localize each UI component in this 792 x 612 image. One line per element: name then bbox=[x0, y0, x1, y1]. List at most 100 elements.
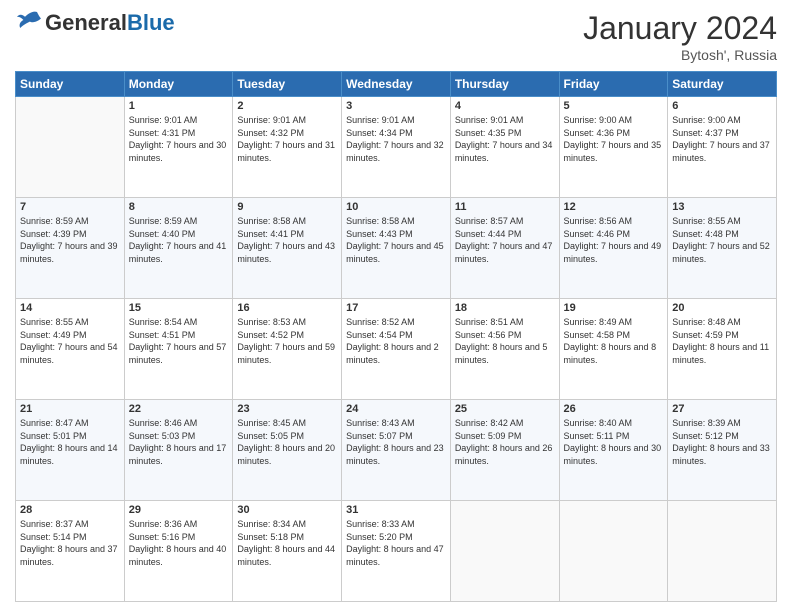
day-number: 1 bbox=[129, 100, 229, 112]
day-cell bbox=[16, 97, 125, 198]
week-row-2: 7 Sunrise: 8:59 AMSunset: 4:39 PMDaylight… bbox=[16, 198, 777, 299]
day-number: 19 bbox=[564, 302, 664, 314]
day-cell: 7 Sunrise: 8:59 AMSunset: 4:39 PMDaylight… bbox=[16, 198, 125, 299]
header: GeneralBlue January 2024 Bytosh', Russia bbox=[15, 10, 777, 63]
day-info: Sunrise: 8:59 AMSunset: 4:39 PMDaylight:… bbox=[20, 215, 120, 265]
day-info: Sunrise: 8:58 AMSunset: 4:43 PMDaylight:… bbox=[346, 215, 446, 265]
day-info: Sunrise: 9:00 AMSunset: 4:37 PMDaylight:… bbox=[672, 114, 772, 164]
day-info: Sunrise: 8:59 AMSunset: 4:40 PMDaylight:… bbox=[129, 215, 229, 265]
day-number: 14 bbox=[20, 302, 120, 314]
day-cell: 6 Sunrise: 9:00 AMSunset: 4:37 PMDaylight… bbox=[668, 97, 777, 198]
weekday-header-tuesday: Tuesday bbox=[233, 72, 342, 97]
day-cell: 17 Sunrise: 8:52 AMSunset: 4:54 PMDayligh… bbox=[342, 299, 451, 400]
day-cell: 31 Sunrise: 8:33 AMSunset: 5:20 PMDayligh… bbox=[342, 501, 451, 602]
day-cell: 25 Sunrise: 8:42 AMSunset: 5:09 PMDayligh… bbox=[450, 400, 559, 501]
day-cell: 26 Sunrise: 8:40 AMSunset: 5:11 PMDayligh… bbox=[559, 400, 668, 501]
week-row-5: 28 Sunrise: 8:37 AMSunset: 5:14 PMDayligh… bbox=[16, 501, 777, 602]
weekday-header-sunday: Sunday bbox=[16, 72, 125, 97]
day-cell: 21 Sunrise: 8:47 AMSunset: 5:01 PMDayligh… bbox=[16, 400, 125, 501]
day-cell: 30 Sunrise: 8:34 AMSunset: 5:18 PMDayligh… bbox=[233, 501, 342, 602]
day-info: Sunrise: 8:37 AMSunset: 5:14 PMDaylight:… bbox=[20, 518, 120, 568]
day-number: 17 bbox=[346, 302, 446, 314]
day-cell: 13 Sunrise: 8:55 AMSunset: 4:48 PMDayligh… bbox=[668, 198, 777, 299]
day-cell: 12 Sunrise: 8:56 AMSunset: 4:46 PMDayligh… bbox=[559, 198, 668, 299]
day-cell: 16Sunrise: 8:53 AMSunset: 4:52 PMDayligh… bbox=[233, 299, 342, 400]
day-info: Sunrise: 8:47 AMSunset: 5:01 PMDaylight:… bbox=[20, 417, 120, 467]
day-cell: 22Sunrise: 8:46 AMSunset: 5:03 PMDayligh… bbox=[124, 400, 233, 501]
weekday-header-friday: Friday bbox=[559, 72, 668, 97]
day-info: Sunrise: 8:42 AMSunset: 5:09 PMDaylight:… bbox=[455, 417, 555, 467]
logo: GeneralBlue bbox=[15, 10, 175, 35]
week-row-3: 14Sunrise: 8:55 AMSunset: 4:49 PMDayligh… bbox=[16, 299, 777, 400]
day-cell: 19 Sunrise: 8:49 AMSunset: 4:58 PMDayligh… bbox=[559, 299, 668, 400]
day-cell: 11Sunrise: 8:57 AMSunset: 4:44 PMDayligh… bbox=[450, 198, 559, 299]
day-number: 29 bbox=[129, 504, 229, 516]
day-cell: 3Sunrise: 9:01 AMSunset: 4:34 PMDaylight… bbox=[342, 97, 451, 198]
day-info: Sunrise: 8:55 AMSunset: 4:48 PMDaylight:… bbox=[672, 215, 772, 265]
day-info: Sunrise: 8:36 AMSunset: 5:16 PMDaylight:… bbox=[129, 518, 229, 568]
day-number: 8 bbox=[129, 201, 229, 213]
weekday-header-wednesday: Wednesday bbox=[342, 72, 451, 97]
day-info: Sunrise: 8:40 AMSunset: 5:11 PMDaylight:… bbox=[564, 417, 664, 467]
day-info: Sunrise: 8:56 AMSunset: 4:46 PMDaylight:… bbox=[564, 215, 664, 265]
day-cell: 18 Sunrise: 8:51 AMSunset: 4:56 PMDayligh… bbox=[450, 299, 559, 400]
day-number: 25 bbox=[455, 403, 555, 415]
location: Bytosh', Russia bbox=[583, 47, 777, 63]
day-cell: 1 Sunrise: 9:01 AMSunset: 4:31 PMDaylight… bbox=[124, 97, 233, 198]
day-number: 31 bbox=[346, 504, 446, 516]
day-cell: 4Sunrise: 9:01 AMSunset: 4:35 PMDaylight… bbox=[450, 97, 559, 198]
day-info: Sunrise: 8:34 AMSunset: 5:18 PMDaylight:… bbox=[237, 518, 337, 568]
day-cell: 8 Sunrise: 8:59 AMSunset: 4:40 PMDaylight… bbox=[124, 198, 233, 299]
day-cell: 15Sunrise: 8:54 AMSunset: 4:51 PMDayligh… bbox=[124, 299, 233, 400]
day-number: 30 bbox=[237, 504, 337, 516]
day-info: Sunrise: 8:51 AMSunset: 4:56 PMDaylight:… bbox=[455, 316, 555, 366]
logo-general-text: General bbox=[45, 10, 127, 35]
day-number: 5 bbox=[564, 100, 664, 112]
weekday-header-row: SundayMondayTuesdayWednesdayThursdayFrid… bbox=[16, 72, 777, 97]
day-info: Sunrise: 8:52 AMSunset: 4:54 PMDaylight:… bbox=[346, 316, 446, 366]
calendar-table: SundayMondayTuesdayWednesdayThursdayFrid… bbox=[15, 71, 777, 602]
day-info: Sunrise: 8:33 AMSunset: 5:20 PMDaylight:… bbox=[346, 518, 446, 568]
day-cell: 9Sunrise: 8:58 AMSunset: 4:41 PMDaylight… bbox=[233, 198, 342, 299]
day-cell: 14Sunrise: 8:55 AMSunset: 4:49 PMDayligh… bbox=[16, 299, 125, 400]
day-number: 26 bbox=[564, 403, 664, 415]
day-number: 16 bbox=[237, 302, 337, 314]
day-cell: 20Sunrise: 8:48 AMSunset: 4:59 PMDayligh… bbox=[668, 299, 777, 400]
day-cell: 2 Sunrise: 9:01 AMSunset: 4:32 PMDaylight… bbox=[233, 97, 342, 198]
day-number: 18 bbox=[455, 302, 555, 314]
week-row-1: 1 Sunrise: 9:01 AMSunset: 4:31 PMDaylight… bbox=[16, 97, 777, 198]
day-number: 7 bbox=[20, 201, 120, 213]
page: GeneralBlue January 2024 Bytosh', Russia… bbox=[0, 0, 792, 612]
day-cell: 27Sunrise: 8:39 AMSunset: 5:12 PMDayligh… bbox=[668, 400, 777, 501]
day-info: Sunrise: 9:01 AMSunset: 4:32 PMDaylight:… bbox=[237, 114, 337, 164]
day-number: 2 bbox=[237, 100, 337, 112]
day-cell: 24 Sunrise: 8:43 AMSunset: 5:07 PMDayligh… bbox=[342, 400, 451, 501]
day-info: Sunrise: 9:01 AMSunset: 4:34 PMDaylight:… bbox=[346, 114, 446, 164]
day-info: Sunrise: 8:49 AMSunset: 4:58 PMDaylight:… bbox=[564, 316, 664, 366]
day-cell bbox=[668, 501, 777, 602]
month-year: January 2024 bbox=[583, 10, 777, 47]
day-number: 21 bbox=[20, 403, 120, 415]
logo-blue-text: Blue bbox=[127, 10, 175, 35]
weekday-header-monday: Monday bbox=[124, 72, 233, 97]
day-info: Sunrise: 8:39 AMSunset: 5:12 PMDaylight:… bbox=[672, 417, 772, 467]
day-info: Sunrise: 9:01 AMSunset: 4:31 PMDaylight:… bbox=[129, 114, 229, 164]
day-cell: 28 Sunrise: 8:37 AMSunset: 5:14 PMDayligh… bbox=[16, 501, 125, 602]
day-number: 22 bbox=[129, 403, 229, 415]
day-number: 13 bbox=[672, 201, 772, 213]
day-number: 9 bbox=[237, 201, 337, 213]
day-info: Sunrise: 8:57 AMSunset: 4:44 PMDaylight:… bbox=[455, 215, 555, 265]
day-cell: 23Sunrise: 8:45 AMSunset: 5:05 PMDayligh… bbox=[233, 400, 342, 501]
day-number: 28 bbox=[20, 504, 120, 516]
day-info: Sunrise: 8:43 AMSunset: 5:07 PMDaylight:… bbox=[346, 417, 446, 467]
bird-icon bbox=[17, 10, 41, 30]
day-info: Sunrise: 8:48 AMSunset: 4:59 PMDaylight:… bbox=[672, 316, 772, 366]
day-cell bbox=[450, 501, 559, 602]
title-block: January 2024 Bytosh', Russia bbox=[583, 10, 777, 63]
day-number: 23 bbox=[237, 403, 337, 415]
day-number: 6 bbox=[672, 100, 772, 112]
day-number: 12 bbox=[564, 201, 664, 213]
day-info: Sunrise: 9:00 AMSunset: 4:36 PMDaylight:… bbox=[564, 114, 664, 164]
weekday-header-thursday: Thursday bbox=[450, 72, 559, 97]
day-number: 24 bbox=[346, 403, 446, 415]
